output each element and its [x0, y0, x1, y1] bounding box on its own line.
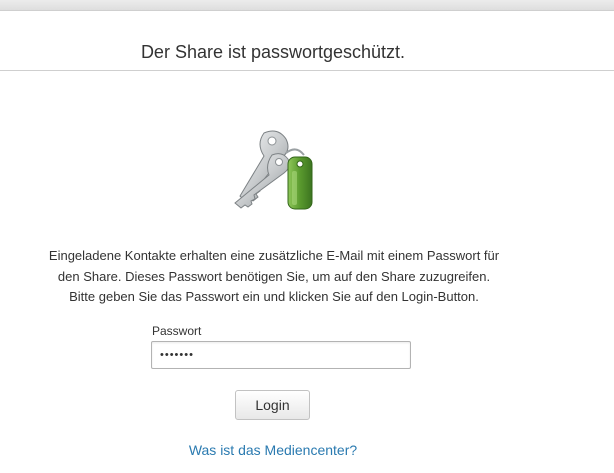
mediencenter-help-link[interactable]: Was ist das Mediencenter?	[0, 442, 546, 458]
page-title: Der Share ist passwortgeschützt.	[140, 42, 406, 62]
description: Eingeladene Kontakte erhalten eine zusät…	[20, 246, 528, 308]
description-line: Eingeladene Kontakte erhalten eine zusät…	[48, 248, 500, 263]
top-bar	[0, 0, 614, 11]
login-button[interactable]: Login	[235, 390, 310, 420]
keys-icon	[228, 123, 324, 215]
header-divider	[0, 70, 614, 71]
password-field[interactable]	[151, 341, 411, 369]
description-line: den Share. Dieses Passwort benötigen Sie…	[57, 268, 491, 284]
password-label: Passwort	[152, 324, 202, 338]
description-line: Bitte geben Sie das Passwort ein und kli…	[69, 289, 479, 304]
